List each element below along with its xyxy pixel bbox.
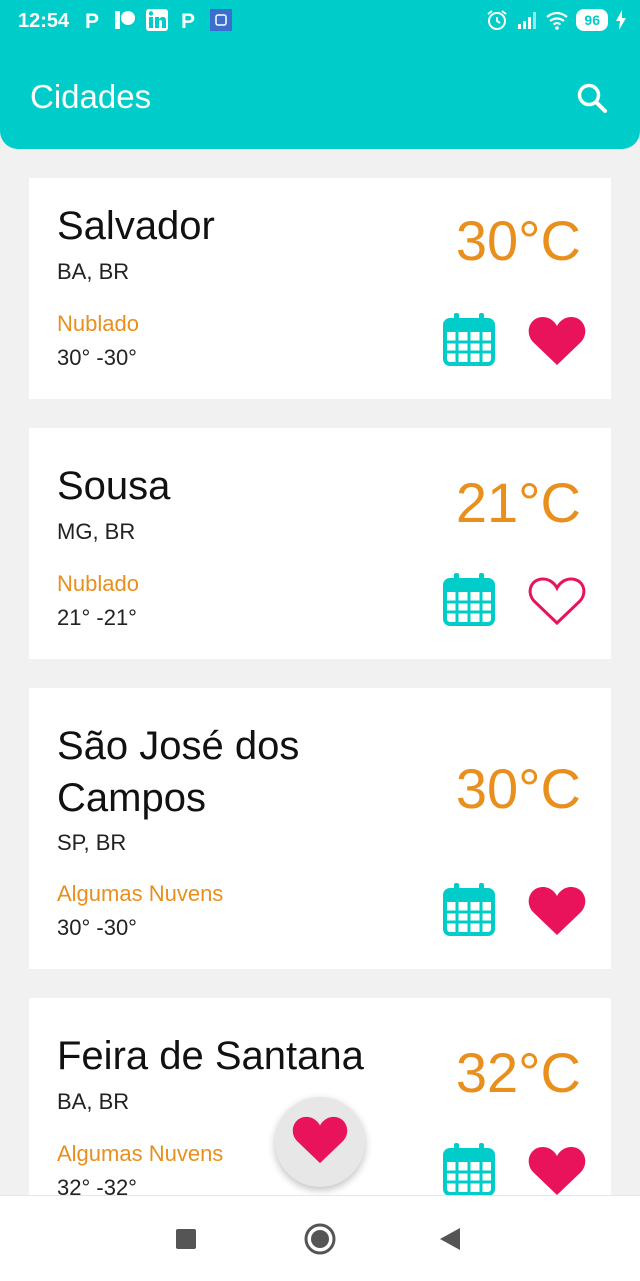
p-app-icon: P	[181, 10, 195, 31]
recent-apps-button[interactable]	[171, 1224, 201, 1254]
temperature: 30°C	[455, 757, 581, 820]
temperature: 32°C	[455, 1041, 581, 1104]
temperature-range: 21° -21°	[57, 605, 137, 630]
battery-icon: 96	[576, 9, 608, 31]
wifi-icon	[546, 11, 569, 30]
temperature-range: 30° -30°	[57, 915, 137, 940]
favorite-heart-icon[interactable]	[528, 1145, 586, 1195]
charging-icon	[616, 10, 626, 30]
calendar-icon[interactable]	[443, 882, 495, 936]
temperature: 30°C	[455, 209, 581, 272]
app-bar: 12:54 P P 96 Cidades	[0, 0, 640, 149]
city-region: SP, BR	[57, 830, 127, 855]
weather-condition: Nublado	[57, 571, 139, 596]
calendar-icon[interactable]	[443, 312, 495, 366]
city-card[interactable]: São José dos Campos SP, BR 30°C Algumas N…	[29, 688, 611, 969]
system-icons: 96	[486, 9, 626, 31]
status-bar: 12:54 P P 96	[0, 0, 640, 44]
city-region: MG, BR	[57, 519, 136, 544]
city-name: Feira de Santana	[57, 1034, 364, 1078]
p-app-icon: P	[85, 10, 99, 31]
app-notification-icon	[210, 9, 232, 31]
weather-condition: Algumas Nuvens	[57, 881, 224, 906]
page-title: Cidades	[30, 78, 152, 115]
calendar-icon[interactable]	[443, 1142, 495, 1195]
favorite-heart-icon[interactable]	[528, 315, 586, 367]
svg-text:P: P	[85, 10, 99, 31]
city-region: BA, BR	[57, 259, 130, 284]
home-button[interactable]	[303, 1222, 337, 1256]
heart-icon	[292, 1116, 348, 1164]
svg-text:P: P	[181, 10, 195, 31]
alarm-icon	[487, 10, 508, 30]
search-icon[interactable]	[574, 80, 610, 116]
system-navigation-bar	[0, 1195, 640, 1281]
favorite-heart-outline-icon[interactable]	[528, 575, 586, 627]
city-name: São José dos Campos	[57, 724, 300, 820]
linkedin-icon	[146, 9, 168, 31]
signal-icon	[518, 12, 537, 29]
status-time: 12:54	[18, 10, 70, 32]
calendar-icon[interactable]	[443, 572, 495, 626]
temperature-range: 30° -30°	[57, 345, 137, 370]
temperature: 21°C	[455, 471, 581, 534]
temperature-range: 32° -32°	[57, 1175, 137, 1195]
city-name: Sousa	[57, 464, 171, 508]
favorites-fab-button[interactable]	[275, 1097, 365, 1187]
favorite-heart-icon[interactable]	[528, 885, 586, 937]
city-card[interactable]: Sousa MG, BR 21°C Nublado 21° -21°	[29, 428, 611, 659]
weather-condition: Algumas Nuvens	[57, 1141, 224, 1166]
city-name: Salvador	[57, 204, 215, 248]
city-card[interactable]: Salvador BA, BR 30°C Nublado 30° -30°	[29, 178, 611, 399]
back-button[interactable]	[436, 1224, 466, 1254]
patreon-icon	[115, 11, 135, 29]
city-region: BA, BR	[57, 1089, 130, 1114]
notification-icons: P P	[82, 9, 232, 31]
weather-condition: Nublado	[57, 311, 139, 336]
